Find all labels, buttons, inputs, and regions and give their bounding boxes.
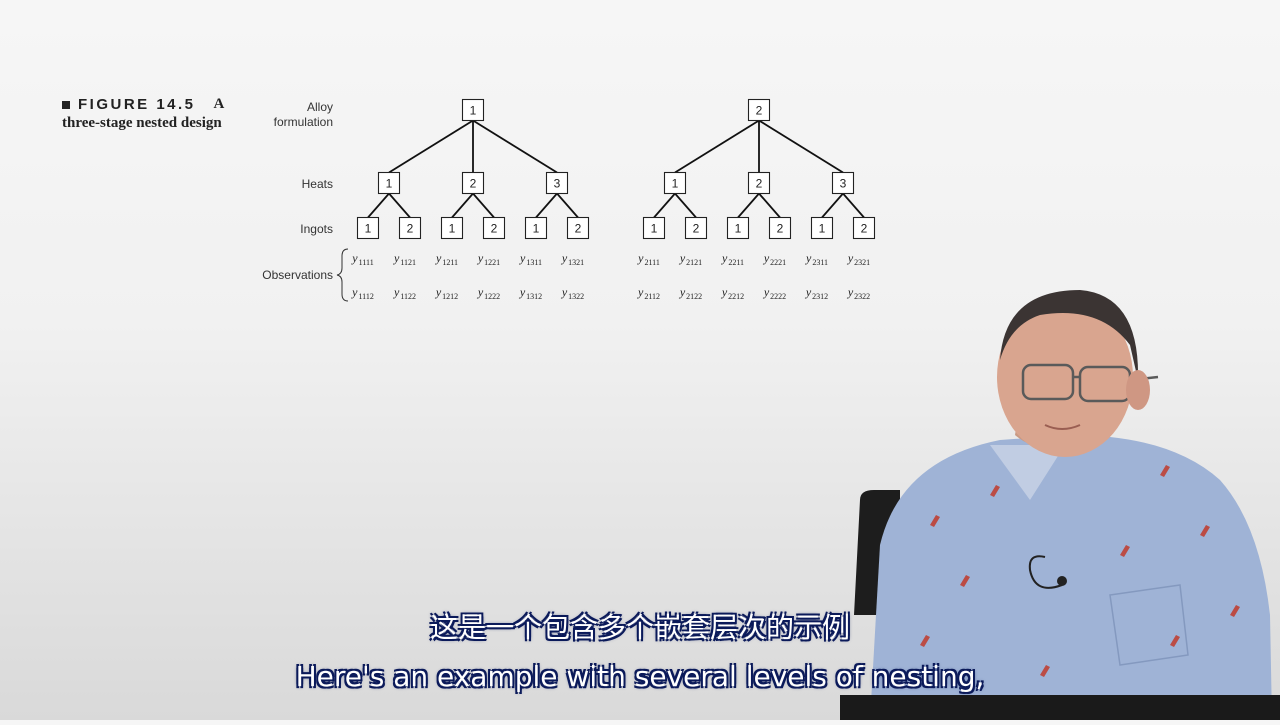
edge-heat-ingot	[737, 192, 760, 219]
observations-brace	[336, 248, 349, 302]
ingot-121-label: 1	[449, 222, 456, 236]
presenter-image	[520, 285, 1280, 720]
heat-1-3-label: 3	[554, 177, 561, 191]
ingot-122-label: 2	[491, 222, 498, 236]
edge-heat-ingot	[758, 192, 781, 219]
alloy-1-label: 1	[470, 104, 477, 118]
observation-2112: y2112	[637, 285, 660, 301]
edge-alloy-heat	[472, 119, 558, 174]
ingot-132-label: 2	[575, 222, 582, 236]
ingot-231-label: 1	[819, 222, 826, 236]
alloy-2-label: 2	[756, 104, 763, 118]
ingot-211-label: 1	[651, 222, 658, 236]
row-label-alloy-line1: Alloy	[307, 100, 333, 114]
edge-heat-ingot	[472, 192, 495, 219]
observation-2221: y2221	[763, 251, 786, 267]
observation-1211: y1211	[435, 251, 458, 267]
edge-heat-ingot	[451, 192, 474, 219]
heat-2-3-label: 3	[840, 177, 847, 191]
row-label-observations: Observations	[262, 268, 333, 282]
observation-2111: y2111	[637, 251, 660, 267]
ingot-111-label: 1	[365, 222, 372, 236]
row-label-heats: Heats	[302, 177, 333, 191]
edge-alloy-heat	[758, 119, 844, 174]
heat-1-2-label: 2	[470, 177, 477, 191]
edge-heat-ingot	[367, 192, 390, 219]
observation-2121: y2121	[679, 251, 702, 267]
desk-edge	[520, 695, 1280, 720]
observation-1212: y1212	[435, 285, 458, 301]
observation-1311: y1311	[519, 251, 542, 267]
ingot-131-label: 1	[533, 222, 540, 236]
edge-alloy-heat	[388, 119, 474, 174]
row-label-ingots: Ingots	[300, 222, 333, 236]
observation-2212: y2212	[721, 285, 744, 301]
heat-1-1-label: 1	[386, 177, 393, 191]
observation-1321: y1321	[561, 251, 584, 267]
edge-heat-ingot	[556, 192, 579, 219]
observation-2321: y2321	[847, 251, 870, 267]
edge-heat-ingot	[842, 192, 865, 219]
observation-1121: y1121	[393, 251, 416, 267]
observation-1322: y1322	[561, 285, 584, 301]
ingot-212-label: 2	[693, 222, 700, 236]
ingot-232-label: 2	[861, 222, 868, 236]
heat-2-2-label: 2	[756, 177, 763, 191]
observation-1222: y1222	[477, 285, 500, 301]
edge-alloy-heat	[674, 119, 760, 174]
observation-2211: y2211	[721, 251, 744, 267]
observation-1111: y1111	[351, 251, 373, 267]
observation-2122: y2122	[679, 285, 702, 301]
observation-2312: y2312	[805, 285, 828, 301]
observation-1122: y1122	[393, 285, 416, 301]
edge-heat-ingot	[388, 192, 411, 219]
subtitle-chinese: 这是一个包含多个嵌套层次的示例	[429, 611, 850, 644]
subtitle-english: Here's an example with several levels of…	[295, 660, 985, 693]
ingot-222-label: 2	[777, 222, 784, 236]
observation-1112: y1112	[351, 285, 374, 301]
ingot-221-label: 1	[735, 222, 742, 236]
observation-2311: y2311	[805, 251, 828, 267]
observation-2222: y2222	[763, 285, 786, 301]
edge-heat-ingot	[674, 192, 697, 219]
observation-1221: y1221	[477, 251, 500, 267]
edge-heat-ingot	[535, 192, 558, 219]
edge-heat-ingot	[653, 192, 676, 219]
lapel-mic-icon	[1057, 576, 1067, 586]
heat-2-1-label: 1	[672, 177, 679, 191]
row-label-alloy-line2: formulation	[274, 115, 333, 129]
ingot-112-label: 2	[407, 222, 414, 236]
edge-heat-ingot	[821, 192, 844, 219]
observation-1312: y1312	[519, 285, 542, 301]
